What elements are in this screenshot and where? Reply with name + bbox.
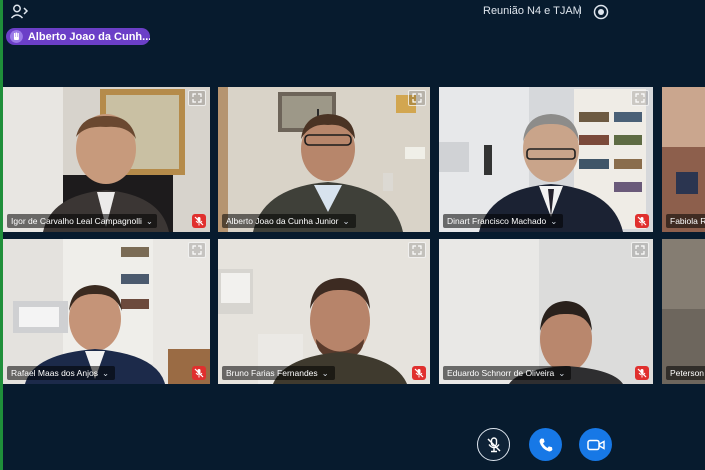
participant-name: Peterson: [670, 368, 705, 378]
expand-icon: [412, 245, 422, 255]
participant-name-tag: Rafael Maas dos Anjos ⌄: [7, 366, 116, 380]
chevron-down-icon[interactable]: ⌄: [102, 368, 109, 378]
record-button[interactable]: [592, 3, 610, 21]
participants-button[interactable]: [10, 3, 32, 21]
expand-button[interactable]: [631, 90, 649, 106]
participant-name: Eduardo Schnorr de Oliveira: [447, 368, 555, 378]
participant-name: Alberto Joao da Cunha Junior: [226, 216, 339, 226]
expand-icon: [192, 93, 202, 103]
mute-button[interactable]: [477, 428, 510, 461]
left-accent-bar: [0, 0, 3, 470]
video-tile[interactable]: Fabiola R: [662, 87, 705, 232]
video-tile[interactable]: Eduardo Schnorr de Oliveira ⌄: [439, 239, 653, 384]
participant-name: Dinart Francisco Machado: [447, 216, 547, 226]
mic-muted-indicator: [635, 366, 649, 380]
participant-video: [439, 87, 653, 232]
mic-muted-indicator: [192, 366, 206, 380]
presenter-name: Alberto Joao da Cunh...: [27, 30, 150, 43]
call-controls: [477, 428, 617, 462]
chevron-down-icon[interactable]: ⌄: [558, 368, 565, 378]
chevron-down-icon[interactable]: ⌄: [322, 368, 329, 378]
video-tile[interactable]: Igor de Carvalho Leal Campagnolli ⌄: [3, 87, 210, 232]
record-icon: [593, 4, 609, 20]
presenter-badge[interactable]: Alberto Joao da Cunh...: [6, 28, 150, 45]
mic-muted-indicator: [412, 366, 426, 380]
expand-button[interactable]: [631, 242, 649, 258]
mic-muted-indicator: [635, 214, 649, 228]
top-bar: Reunião N4 e TJAM: [0, 0, 705, 24]
mic-muted-indicator: [192, 214, 206, 228]
camera-button[interactable]: [579, 428, 612, 461]
mic-off-icon: [194, 368, 204, 378]
expand-button[interactable]: [408, 242, 426, 258]
mic-off-icon: [194, 216, 204, 226]
video-tile[interactable]: Dinart Francisco Machado ⌄: [439, 87, 653, 232]
users-icon: [10, 4, 29, 19]
expand-button[interactable]: [188, 242, 206, 258]
video-tile[interactable]: Alberto Joao da Cunha Junior ⌄: [218, 87, 430, 232]
participant-name-tag: Dinart Francisco Machado ⌄: [443, 214, 564, 228]
participant-video: [218, 239, 430, 384]
mic-off-icon: [414, 368, 424, 378]
leave-call-button[interactable]: [529, 428, 562, 461]
participant-name-tag: Peterson: [666, 366, 705, 380]
mic-off-icon: [637, 216, 647, 226]
divider: [579, 5, 580, 18]
participant-video: [218, 87, 430, 232]
participant-video: [3, 87, 210, 232]
participant-name: Bruno Farias Fernandes: [226, 368, 318, 378]
participant-name-tag: Fabiola R: [666, 214, 705, 228]
expand-button[interactable]: [408, 90, 426, 106]
participant-name-tag: Bruno Farias Fernandes ⌄: [222, 366, 335, 380]
participant-name: Igor de Carvalho Leal Campagnolli: [11, 216, 142, 226]
video-tile[interactable]: Bruno Farias Fernandes ⌄: [218, 239, 430, 384]
participant-name: Rafael Maas dos Anjos: [11, 368, 98, 378]
video-tile[interactable]: Peterson: [662, 239, 705, 384]
participant-name-tag: Igor de Carvalho Leal Campagnolli ⌄: [7, 214, 157, 228]
expand-icon: [192, 245, 202, 255]
phone-icon: [539, 438, 552, 451]
participant-name-tag: Alberto Joao da Cunha Junior ⌄: [222, 214, 356, 228]
expand-button[interactable]: [188, 90, 206, 106]
expand-icon: [635, 93, 645, 103]
participant-name-tag: Eduardo Schnorr de Oliveira ⌄: [443, 366, 572, 380]
expand-icon: [635, 245, 645, 255]
chevron-down-icon[interactable]: ⌄: [550, 216, 557, 226]
video-tile[interactable]: Rafael Maas dos Anjos ⌄: [3, 239, 210, 384]
mic-off-icon: [486, 436, 501, 452]
chevron-down-icon[interactable]: ⌄: [342, 216, 349, 226]
participant-video: [662, 87, 705, 232]
participant-video: [439, 239, 653, 384]
hand-icon: [10, 30, 23, 43]
meeting-title: Reunião N4 e TJAM: [483, 5, 582, 17]
participant-video: [3, 239, 210, 384]
chevron-down-icon[interactable]: ⌄: [146, 216, 153, 226]
expand-icon: [412, 93, 422, 103]
participant-video: [662, 239, 705, 384]
mic-off-icon: [637, 368, 647, 378]
video-camera-icon: [586, 439, 605, 450]
participant-name: Fabiola R: [670, 216, 705, 226]
